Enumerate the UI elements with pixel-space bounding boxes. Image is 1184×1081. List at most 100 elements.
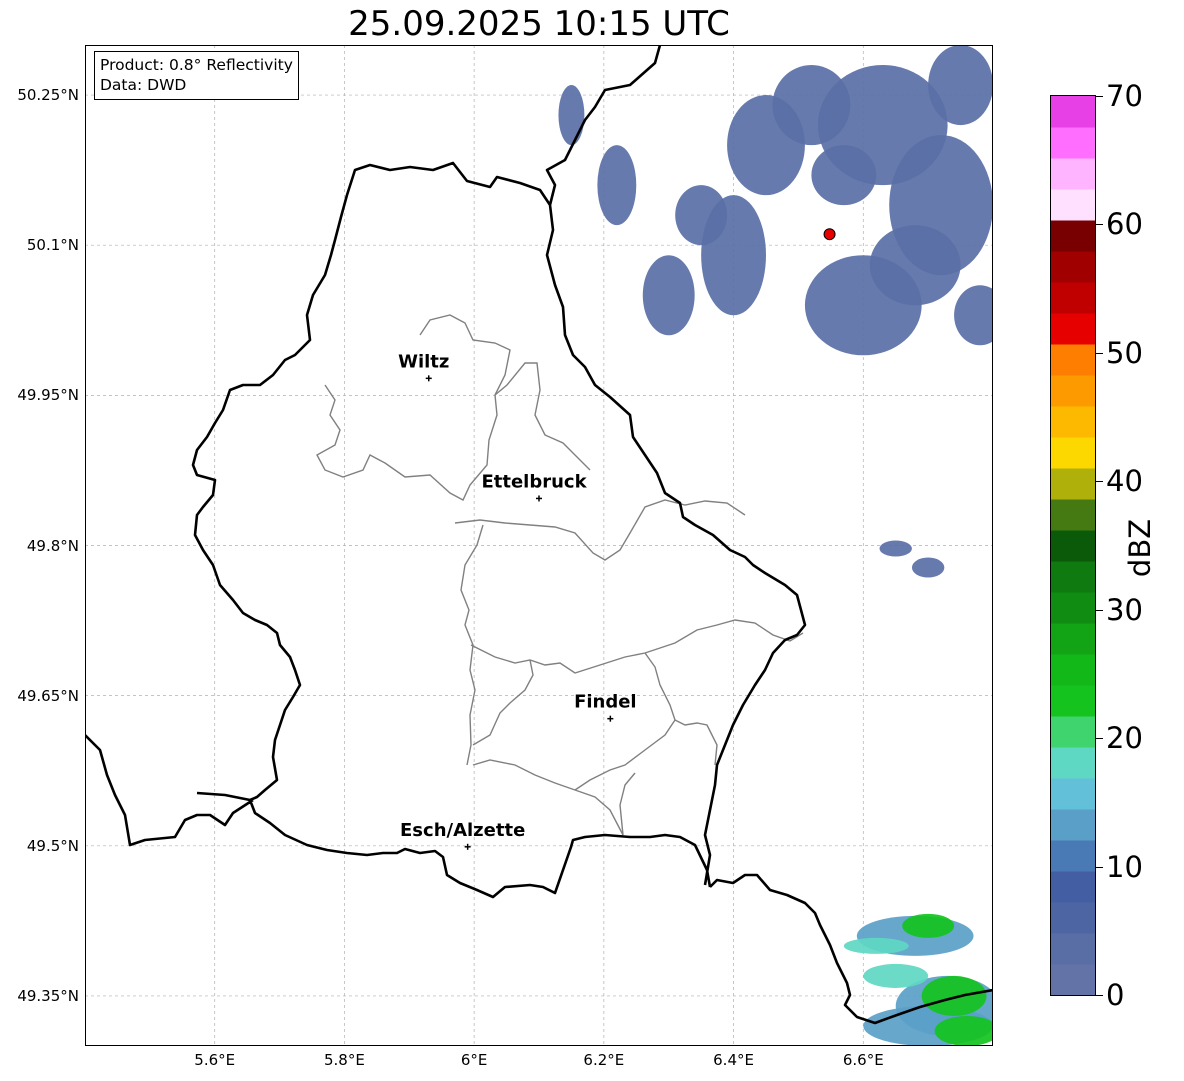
- echo-area-northeast-light: [928, 45, 993, 126]
- colorbar-band: [1051, 685, 1095, 717]
- colorbar-band: [1051, 530, 1095, 562]
- colorbar-band: [1051, 282, 1095, 314]
- echo-area-east-small: [911, 557, 945, 578]
- colorbar-band: [1051, 499, 1095, 531]
- city-eschalzette[interactable]: Esch/Alzette: [400, 820, 525, 850]
- data-source-label: Data: DWD: [100, 76, 187, 94]
- canton-border: [574, 652, 676, 791]
- colorbar-band: [1051, 220, 1095, 252]
- city-label: Findel: [574, 692, 637, 713]
- colorbar-tick-label: 10: [1106, 849, 1143, 884]
- echo-area-northeast-light: [811, 145, 877, 206]
- radar-map[interactable]: Wiltz Ettelbruck Findel Esch/Alzette: [85, 45, 993, 1046]
- latitude-label: 50.1°N: [26, 236, 79, 255]
- echo-area-northeast-light: [642, 255, 695, 336]
- map-canvas: Wiltz Ettelbruck Findel Esch/Alzette: [85, 45, 993, 1046]
- colorbar-band: [1051, 747, 1095, 779]
- city-label: Wiltz: [398, 351, 449, 372]
- longitude-label: 5.8°E: [324, 1051, 365, 1069]
- echo-area-northeast-light: [558, 85, 585, 146]
- echo-area-northeast-light: [869, 225, 961, 306]
- echo-area-southeast-teal: [863, 963, 929, 988]
- canton-border: [674, 719, 718, 766]
- colorbar-band: [1051, 344, 1095, 376]
- colorbar-tick-mark: [1096, 224, 1103, 226]
- reflectivity-colorbar: [1050, 95, 1096, 996]
- latitude-label: 49.5°N: [26, 836, 79, 855]
- echo-area-northeast-light: [675, 185, 728, 246]
- radar-site-layer: [823, 228, 836, 241]
- colorbar-tick-label: 40: [1106, 464, 1143, 499]
- city-ettelbruck[interactable]: Ettelbruck: [481, 471, 588, 502]
- colorbar-band: [1051, 127, 1095, 159]
- colorbar-band: [1051, 809, 1095, 841]
- city-findel[interactable]: Findel: [574, 692, 637, 722]
- product-info-box: Product: 0.8° Reflectivity Data: DWD: [94, 51, 299, 100]
- colorbar-bands: [1051, 96, 1095, 995]
- longitude-label: 6.4°E: [713, 1051, 754, 1069]
- colorbar-band: [1051, 406, 1095, 438]
- colorbar-band: [1051, 561, 1095, 593]
- canton-border: [619, 772, 636, 836]
- colorbar-tick-label: 60: [1106, 207, 1143, 242]
- map-title: 25.09.2025 10:15 UTC: [348, 4, 730, 44]
- colorbar-unit: dBZ: [1123, 518, 1157, 578]
- echo-area-east-small: [879, 540, 912, 557]
- longitude-label: 6.2°E: [583, 1051, 625, 1069]
- radar-site-marker[interactable]: [823, 228, 836, 241]
- colorbar-band: [1051, 871, 1095, 903]
- colorbar-tick-mark: [1096, 609, 1103, 611]
- echo-area-southeast-teal: [843, 937, 909, 954]
- colorbar-band: [1051, 592, 1095, 624]
- echo-area-northeast-light: [597, 145, 637, 226]
- echo-area-northeast-light: [772, 65, 851, 146]
- latitude-label: 49.65°N: [17, 686, 79, 705]
- colorbar-band: [1051, 778, 1095, 810]
- longitude-label: 6.6°E: [842, 1051, 884, 1069]
- colorbar-band: [1051, 840, 1095, 872]
- echo-area-southeast-moderate: [902, 913, 955, 938]
- latitude-label: 49.8°N: [26, 536, 79, 555]
- colorbar-band: [1051, 933, 1095, 965]
- colorbar-tick-mark: [1096, 866, 1103, 868]
- canton-borders: [316, 314, 804, 836]
- product-label: Product: 0.8° Reflectivity: [100, 56, 293, 74]
- colorbar-tick-label: 30: [1106, 592, 1143, 627]
- colorbar-tick-label: 20: [1106, 721, 1143, 756]
- colorbar-tick-mark: [1096, 481, 1103, 483]
- latitude-label: 50.25°N: [17, 86, 79, 105]
- echo-area-northeast-light: [954, 285, 993, 346]
- colorbar-band: [1051, 716, 1095, 748]
- colorbar-band: [1051, 623, 1095, 655]
- colorbar-band: [1051, 902, 1095, 934]
- colorbar-band: [1051, 964, 1095, 995]
- latitude-label: 49.95°N: [17, 386, 79, 405]
- city-label: Ettelbruck: [481, 471, 587, 492]
- colorbar-tick-mark: [1096, 352, 1103, 354]
- colorbar-tick-label: 70: [1106, 79, 1143, 113]
- colorbar-band: [1051, 313, 1095, 345]
- city-wiltz[interactable]: Wiltz: [398, 351, 449, 382]
- latitude-label: 49.35°N: [17, 986, 79, 1005]
- luxembourg-border: [85, 45, 807, 899]
- colorbar-band: [1051, 158, 1095, 190]
- longitude-label: 6°E: [460, 1051, 488, 1069]
- colorbar-band: [1051, 468, 1095, 500]
- colorbar-band: [1051, 437, 1095, 469]
- city-label: Esch/Alzette: [400, 820, 525, 841]
- colorbar-band: [1051, 96, 1095, 128]
- colorbar-band: [1051, 251, 1095, 283]
- colorbar-band: [1051, 189, 1095, 221]
- colorbar-tick-label: 0: [1106, 978, 1125, 1012]
- longitude-label: 5.6°E: [194, 1051, 236, 1069]
- canton-border: [494, 362, 591, 471]
- colorbar-band: [1051, 654, 1095, 686]
- colorbar-tick-mark: [1096, 96, 1103, 97]
- canton-border: [472, 659, 534, 746]
- echo-area-southeast-moderate: [921, 975, 987, 1016]
- colorbar-band: [1051, 375, 1095, 407]
- colorbar-tick-label: 50: [1106, 335, 1143, 370]
- canton-border: [470, 619, 804, 674]
- colorbar-tick-mark: [1096, 995, 1103, 996]
- colorbar-tick-mark: [1096, 738, 1103, 740]
